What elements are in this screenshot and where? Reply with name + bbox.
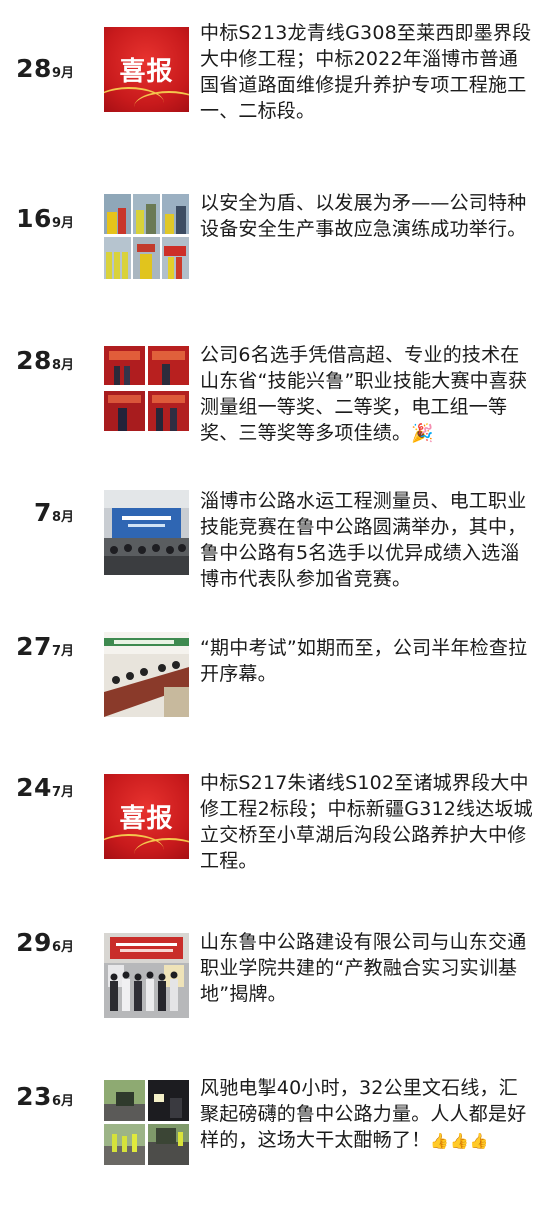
news-feed: 289月 喜报 中标S213龙青线G308至莱西即墨界段大中修工程；中标2022… xyxy=(0,0,559,1200)
plaque-unveiling-photo xyxy=(104,933,189,1018)
news-date-day: 29 xyxy=(16,928,52,957)
news-date-day: 7 xyxy=(34,498,52,527)
news-title[interactable]: 中标S213龙青线G308至莱西即墨界段大中修工程；中标2022年淄博市普通国省… xyxy=(200,20,536,124)
award-ceremony-photo-grid xyxy=(104,346,189,431)
news-date-month: 6月 xyxy=(51,940,74,955)
news-date-month: 8月 xyxy=(51,358,74,373)
xibao-text: 喜报 xyxy=(119,804,174,834)
road-work-photo-grid xyxy=(104,1080,189,1165)
news-item[interactable]: 78月 淄博市公路水运工程测量员、电工职业技能竞赛在鲁中公路圆满举办，其中，鲁中… xyxy=(0,485,559,625)
news-item[interactable]: 236月 风驰电掣40小时，32公里文石线，汇聚起磅礴的鲁中公路力量。人人都是好… xyxy=(0,1075,559,1215)
news-date: 78月 xyxy=(34,500,74,525)
news-title[interactable]: 淄博市公路水运工程测量员、电工职业技能竞赛在鲁中公路圆满举办，其中，鲁中公路有5… xyxy=(200,488,536,592)
news-date: 277月 xyxy=(16,634,74,659)
news-date-day: 23 xyxy=(16,1082,52,1111)
news-item[interactable]: 296月 山东鲁中公路建设有限公司与山东交通职业学院共建的“产教融合实习实训基地… xyxy=(0,925,559,1065)
news-title[interactable]: “期中考试”如期而至，公司半年检查拉开序幕。 xyxy=(200,635,536,687)
safety-drill-photo-grid xyxy=(104,194,189,279)
xibao-text: 喜报 xyxy=(119,57,174,87)
party-popper-icon: 🎉 xyxy=(411,423,434,444)
news-date-month: 6月 xyxy=(51,1094,74,1109)
news-thumbnail[interactable] xyxy=(104,490,189,575)
news-title[interactable]: 中标S217朱诸线S102至诸城界段大中修工程2标段；中标新疆G312线达坂城立… xyxy=(200,770,536,874)
news-date-month: 9月 xyxy=(51,216,74,231)
news-date-month: 7月 xyxy=(51,644,74,659)
news-item[interactable]: 247月 喜报 中标S217朱诸线S102至诸城界段大中修工程2标段；中标新疆G… xyxy=(0,770,559,910)
news-thumbnail[interactable] xyxy=(104,194,189,279)
news-date: 247月 xyxy=(16,775,74,800)
news-date-month: 8月 xyxy=(51,510,74,525)
news-title[interactable]: 以安全为盾、以发展为矛——公司特种设备安全生产事故应急演练成功举行。 xyxy=(200,190,536,242)
news-date-month: 9月 xyxy=(51,66,74,81)
news-date-day: 27 xyxy=(16,632,52,661)
news-title-text: 公司6名选手凭借高超、专业的技术在山东省“技能兴鲁”职业技能大赛中喜获测量组一等… xyxy=(200,344,528,444)
xibao-badge-image: 喜报 xyxy=(104,27,189,112)
news-thumbnail[interactable] xyxy=(104,346,189,431)
news-date-day: 24 xyxy=(16,773,52,802)
news-item[interactable]: 277月 “期中考试”如期而至，公司半年检查拉开序幕。 xyxy=(0,630,559,770)
news-item[interactable]: 169月 以安全为盾、以发展为矛——公司特种设备安全生产事故应急演练成功举行。 xyxy=(0,190,559,330)
news-date-day: 28 xyxy=(16,346,52,375)
news-date: 288月 xyxy=(16,348,74,373)
news-thumbnail[interactable]: 喜报 xyxy=(104,27,189,112)
news-date: 289月 xyxy=(16,56,74,81)
news-title[interactable]: 风驰电掣40小时，32公里文石线，汇聚起磅礴的鲁中公路力量。人人都是好样的，这场… xyxy=(200,1075,536,1154)
news-title[interactable]: 公司6名选手凭借高超、专业的技术在山东省“技能兴鲁”职业技能大赛中喜获测量组一等… xyxy=(200,342,536,447)
competition-stage-photo xyxy=(104,490,189,575)
news-thumbnail[interactable] xyxy=(104,632,189,717)
news-date-day: 16 xyxy=(16,204,52,233)
news-date-month: 7月 xyxy=(51,785,74,800)
news-date: 169月 xyxy=(16,206,74,231)
news-thumbnail[interactable] xyxy=(104,1080,189,1165)
news-title[interactable]: 山东鲁中公路建设有限公司与山东交通职业学院共建的“产教融合实习实训基地”揭牌。 xyxy=(200,929,536,1007)
news-item[interactable]: 289月 喜报 中标S213龙青线G308至莱西即墨界段大中修工程；中标2022… xyxy=(0,18,559,158)
news-date-day: 28 xyxy=(16,54,52,83)
xibao-badge-image: 喜报 xyxy=(104,774,189,859)
news-item[interactable]: 288月 公司6名选手凭借高超、专业的技术在山东省“技能兴鲁”职业技能大赛中喜获… xyxy=(0,342,559,482)
news-date: 296月 xyxy=(16,930,74,955)
meeting-room-photo xyxy=(104,632,189,717)
news-date: 236月 xyxy=(16,1084,74,1109)
news-thumbnail[interactable] xyxy=(104,933,189,1018)
news-thumbnail[interactable]: 喜报 xyxy=(104,774,189,859)
thumbs-up-icon: 👍👍👍 xyxy=(430,1132,490,1150)
